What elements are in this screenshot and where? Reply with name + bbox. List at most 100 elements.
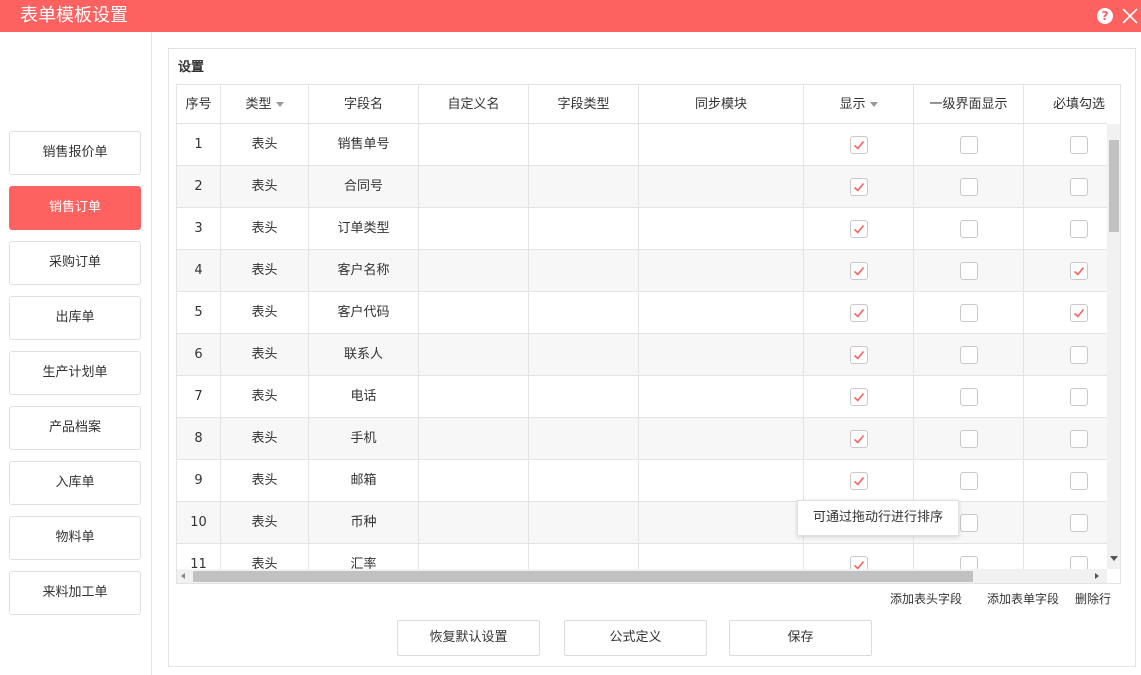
scroll-down-icon[interactable]: [1110, 556, 1118, 561]
formula-definition-button[interactable]: 公式定义: [564, 620, 707, 656]
checkbox[interactable]: [1070, 556, 1088, 569]
cell-required: [1024, 250, 1107, 292]
cell-type: 表头: [221, 124, 309, 166]
cell-level1-show: [914, 334, 1024, 376]
checkbox[interactable]: [960, 472, 978, 490]
cell-show: [804, 166, 914, 208]
checkbox-checked[interactable]: [850, 262, 868, 280]
sidebar-item-sales-order[interactable]: 销售订单: [9, 186, 141, 230]
cell-field-name: 客户名称: [309, 250, 419, 292]
restore-default-button[interactable]: 恢复默认设置: [397, 620, 540, 656]
cell-type: 表头: [221, 376, 309, 418]
checkbox[interactable]: [960, 136, 978, 154]
table-row[interactable]: 4 表头 客户名称: [177, 250, 1107, 292]
checkbox[interactable]: [1070, 346, 1088, 364]
checkbox[interactable]: [960, 514, 978, 532]
cell-no: 5: [177, 292, 221, 334]
cell-level1-show: [914, 208, 1024, 250]
col-header-type[interactable]: 类型: [221, 85, 309, 124]
checkbox[interactable]: [960, 556, 978, 569]
cell-required: [1024, 124, 1107, 166]
cell-custom-name: [419, 124, 529, 166]
checkbox[interactable]: [960, 220, 978, 238]
checkbox-checked[interactable]: [850, 430, 868, 448]
cell-field-type: [529, 544, 639, 569]
sort-down-icon[interactable]: [869, 102, 878, 107]
checkbox-checked[interactable]: [850, 304, 868, 322]
sidebar-item-material[interactable]: 物料单: [9, 516, 141, 560]
checkbox[interactable]: [1070, 388, 1088, 406]
sidebar-item-purchase-order[interactable]: 采购订单: [9, 241, 141, 285]
col-header-field: 字段名: [309, 85, 419, 124]
cell-sync-module: [639, 166, 804, 208]
cell-show: [804, 292, 914, 334]
cell-sync-module: [639, 208, 804, 250]
add-form-field-link[interactable]: 添加表单字段: [987, 590, 1059, 608]
add-header-field-link[interactable]: 添加表头字段: [890, 590, 962, 608]
col-header-show[interactable]: 显示: [804, 85, 914, 124]
cell-custom-name: [419, 376, 529, 418]
cell-type: 表头: [221, 544, 309, 569]
table-row[interactable]: 11 表头 汇率: [177, 544, 1107, 569]
scroll-thumb[interactable]: [1109, 140, 1119, 232]
table-row[interactable]: 2 表头 合同号: [177, 166, 1107, 208]
sidebar-item-inbound[interactable]: 入库单: [9, 461, 141, 505]
table-row[interactable]: 3 表头 订单类型: [177, 208, 1107, 250]
checkbox[interactable]: [1070, 178, 1088, 196]
checkbox[interactable]: [960, 178, 978, 196]
vertical-scrollbar[interactable]: [1107, 124, 1120, 569]
table-row[interactable]: 6 表头 联系人: [177, 334, 1107, 376]
checkbox[interactable]: [960, 430, 978, 448]
checkbox[interactable]: [1070, 430, 1088, 448]
checkbox[interactable]: [960, 388, 978, 406]
checkbox-checked[interactable]: [850, 136, 868, 154]
cell-show: [804, 250, 914, 292]
table-row[interactable]: 5 表头 客户代码: [177, 292, 1107, 334]
sidebar-item-outbound[interactable]: 出库单: [9, 296, 141, 340]
sidebar-item-production-plan[interactable]: 生产计划单: [9, 351, 141, 395]
checkbox[interactable]: [960, 304, 978, 322]
close-icon[interactable]: [1121, 7, 1139, 25]
checkbox-checked[interactable]: [1070, 304, 1088, 322]
table-row[interactable]: 1 表头 销售单号: [177, 124, 1107, 166]
checkbox-checked[interactable]: [1070, 262, 1088, 280]
checkbox-checked[interactable]: [850, 346, 868, 364]
checkbox-checked[interactable]: [850, 388, 868, 406]
table-header: 序号 类型 字段名 自定义名 字段类型 同步模块 显示 一级界面显示 必填勾选: [177, 85, 1107, 124]
sort-down-icon[interactable]: [275, 102, 284, 107]
checkbox-checked[interactable]: [850, 472, 868, 490]
checkbox-checked[interactable]: [850, 220, 868, 238]
cell-required: [1024, 292, 1107, 334]
delete-row-link[interactable]: 删除行: [1075, 590, 1111, 608]
cell-field-name: 联系人: [309, 334, 419, 376]
sidebar-item-product-archive[interactable]: 产品档案: [9, 406, 141, 450]
table-row[interactable]: 8 表头 手机: [177, 418, 1107, 460]
checkbox-checked[interactable]: [850, 556, 868, 569]
checkbox[interactable]: [1070, 472, 1088, 490]
cell-field-type: [529, 166, 639, 208]
checkbox[interactable]: [1070, 136, 1088, 154]
checkbox-checked[interactable]: [850, 178, 868, 196]
table-row[interactable]: 7 表头 电话: [177, 376, 1107, 418]
sidebar-item-sales-quote[interactable]: 销售报价单: [9, 131, 141, 175]
checkbox[interactable]: [960, 346, 978, 364]
cell-field-type: [529, 250, 639, 292]
sidebar-item-incoming-processing[interactable]: 来料加工单: [9, 571, 141, 615]
table-row[interactable]: 9 表头 邮箱: [177, 460, 1107, 502]
checkbox[interactable]: [1070, 220, 1088, 238]
horizontal-scrollbar[interactable]: [177, 569, 1107, 583]
cell-show: [804, 460, 914, 502]
scroll-thumb[interactable]: [193, 571, 973, 582]
save-button[interactable]: 保存: [729, 620, 872, 656]
cell-field-type: [529, 460, 639, 502]
scroll-left-icon[interactable]: [181, 573, 185, 579]
scroll-right-icon[interactable]: [1095, 573, 1099, 579]
table-row[interactable]: 10 表头 币种: [177, 502, 1107, 544]
cell-level1-show: [914, 418, 1024, 460]
checkbox[interactable]: [960, 262, 978, 280]
cell-field-name: 汇率: [309, 544, 419, 569]
sidebar: 销售报价单 销售订单 采购订单 出库单 生产计划单 产品档案 入库单 物料单 来…: [0, 32, 152, 675]
checkbox[interactable]: [1070, 514, 1088, 532]
cell-custom-name: [419, 208, 529, 250]
help-icon[interactable]: ?: [1097, 8, 1113, 24]
